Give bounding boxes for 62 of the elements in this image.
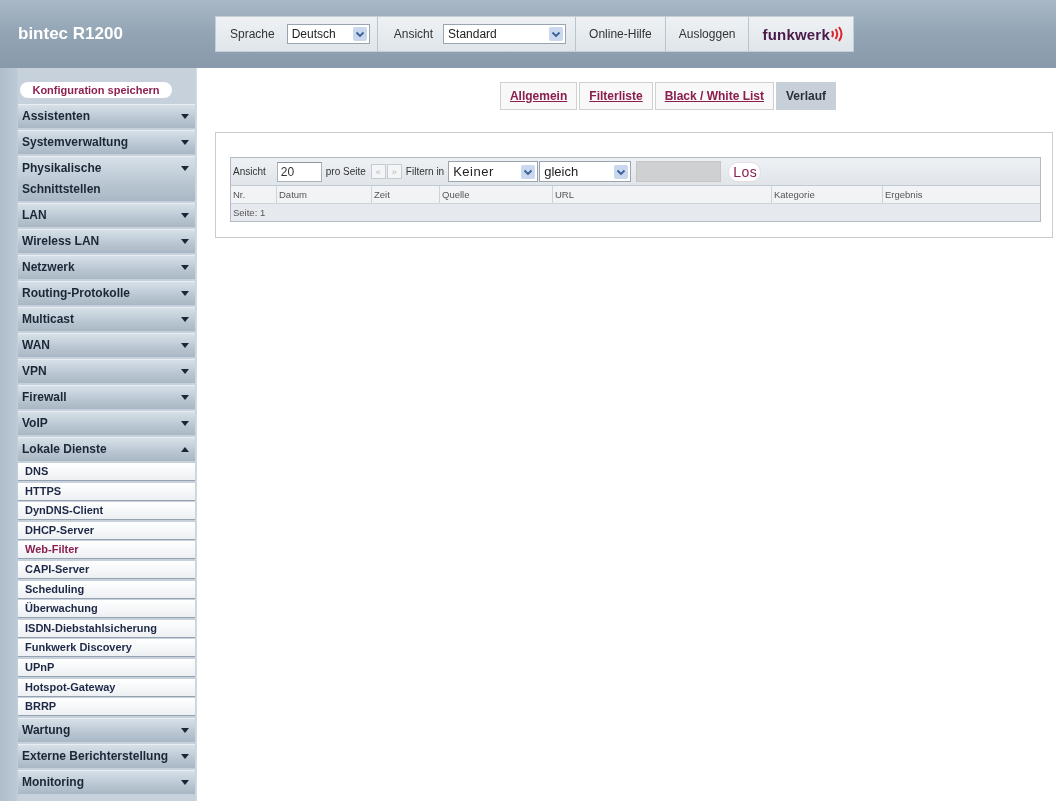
filter-field-select[interactable]: Keiner bbox=[448, 161, 539, 182]
column-header: Datum bbox=[277, 186, 372, 203]
page-indicator: Seite: 1 bbox=[233, 207, 266, 218]
submenu-item[interactable]: DHCP-Server bbox=[18, 521, 195, 540]
view-label: Ansicht bbox=[393, 27, 434, 41]
submenu-item[interactable]: CAPI-Server bbox=[18, 560, 195, 579]
chevron-down-icon bbox=[521, 164, 536, 179]
chevron-down-icon bbox=[614, 164, 629, 179]
product-name: bintec R1200 bbox=[18, 24, 124, 44]
view-select[interactable]: Standard bbox=[443, 24, 567, 44]
column-header: Quelle bbox=[440, 186, 553, 203]
submenu-item[interactable]: Scheduling bbox=[18, 580, 195, 599]
submenu-item[interactable]: BRRP bbox=[18, 698, 195, 717]
submenu-item[interactable]: HTTPS bbox=[18, 482, 195, 501]
column-header: Zeit bbox=[372, 186, 440, 203]
menu-item[interactable]: Wartung bbox=[18, 718, 195, 743]
chevron-down-icon bbox=[352, 27, 367, 41]
toolbar-button[interactable]: Ausloggen bbox=[665, 17, 750, 51]
menu-item[interactable]: Systemverwaltung bbox=[18, 130, 195, 154]
menu-item[interactable]: Monitoring bbox=[18, 770, 195, 795]
submenu-item[interactable]: Überwachung bbox=[18, 600, 195, 619]
toolbar-button[interactable]: Online-Hilfe bbox=[576, 17, 666, 51]
tab[interactable]: Allgemein bbox=[499, 82, 578, 110]
menu-item[interactable]: Lokale Dienste bbox=[18, 437, 195, 461]
submenu-item[interactable]: DynDNS-Client bbox=[18, 502, 195, 521]
submenu-item[interactable]: Funkwerk Discovery bbox=[18, 639, 195, 658]
submenu-item[interactable]: DNS bbox=[18, 463, 195, 481]
menu-item[interactable]: Firewall bbox=[18, 385, 195, 409]
menu-item[interactable]: Assistenten bbox=[18, 104, 195, 128]
menu-item[interactable]: Wireless LAN bbox=[18, 229, 195, 253]
brand-logo-text: funkwerk bbox=[762, 25, 830, 43]
tab[interactable]: Verlauf bbox=[776, 82, 837, 110]
menu-item[interactable]: WAN bbox=[18, 333, 195, 357]
submenu-item[interactable]: Hotspot-Gateway bbox=[18, 678, 195, 697]
chevron-down-icon bbox=[549, 27, 564, 41]
submenu-item[interactable]: Web-Filter bbox=[18, 541, 195, 560]
menu-item[interactable]: VoIP bbox=[18, 411, 195, 435]
menu-item[interactable]: Externe Berichterstellung bbox=[18, 744, 195, 769]
filter-label: Filtern in bbox=[405, 166, 445, 177]
menu-item[interactable]: Multicast bbox=[18, 307, 195, 331]
column-header: Ergebnis bbox=[884, 188, 924, 202]
operator-select[interactable]: gleich bbox=[539, 161, 632, 182]
go-button[interactable]: Los bbox=[728, 161, 762, 182]
column-header: Kategorie bbox=[772, 186, 883, 203]
tab[interactable]: Filterliste bbox=[579, 82, 653, 110]
menu-item[interactable]: Routing-Protokolle bbox=[18, 281, 195, 305]
submenu-item[interactable]: UPnP bbox=[18, 658, 195, 677]
column-header: URL bbox=[553, 186, 772, 203]
save-config-button[interactable]: Konfiguration speichern bbox=[20, 82, 172, 98]
per-page-label: pro Seite bbox=[325, 166, 366, 177]
language-select[interactable]: Deutsch bbox=[286, 24, 370, 44]
column-header: Nr. bbox=[231, 186, 277, 203]
menu-item[interactable]: Netzwerk bbox=[18, 255, 195, 279]
view-label: Ansicht bbox=[233, 166, 266, 177]
menu-item[interactable]: LAN bbox=[18, 203, 195, 227]
signal-waves-icon bbox=[830, 26, 843, 42]
per-page-field[interactable]: 20 bbox=[276, 161, 322, 182]
menu-item[interactable]: Physikalische Schnittstellen bbox=[18, 156, 195, 201]
tab[interactable]: Black / White List bbox=[654, 82, 774, 110]
menu-item[interactable]: VPN bbox=[18, 359, 195, 383]
submenu-item[interactable]: ISDN-Diebstahlsicherung bbox=[18, 619, 195, 638]
language-label: Sprache bbox=[230, 27, 275, 41]
